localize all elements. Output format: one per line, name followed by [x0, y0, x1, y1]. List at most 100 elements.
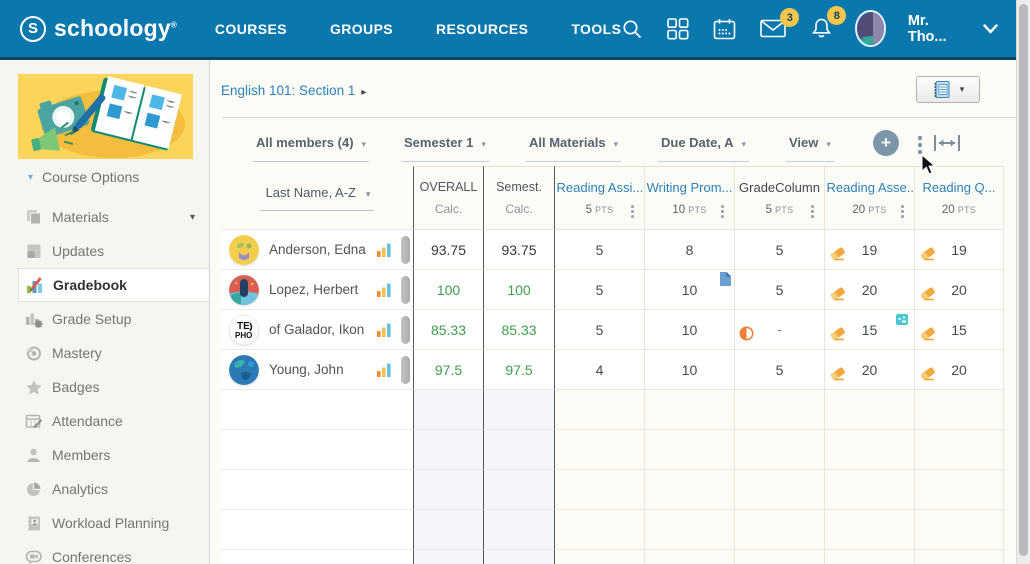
- column-menu-kebab[interactable]: [899, 203, 906, 220]
- student-row[interactable]: Anderson, Edna: [221, 230, 413, 270]
- grade-cell[interactable]: -: [734, 310, 824, 350]
- add-grade-item-button[interactable]: +: [873, 130, 899, 156]
- empty-cell[interactable]: [413, 430, 483, 470]
- nav-link-resources[interactable]: RESOURCES: [436, 21, 528, 37]
- column-menu-kebab[interactable]: [719, 203, 726, 220]
- messages-icon[interactable]: 3: [760, 19, 786, 38]
- grade-cell[interactable]: 4: [554, 350, 644, 390]
- student-row[interactable]: Young, John: [221, 350, 413, 390]
- user-avatar[interactable]: [857, 12, 884, 45]
- empty-cell[interactable]: [221, 510, 413, 550]
- empty-cell[interactable]: [483, 470, 554, 510]
- empty-cell[interactable]: [483, 510, 554, 550]
- grade-cell[interactable]: 5: [734, 230, 824, 270]
- scrollbar-thumb[interactable]: [1019, 4, 1028, 556]
- empty-cell[interactable]: [554, 390, 644, 430]
- student-stats-icon[interactable]: [377, 363, 391, 382]
- grade-cell[interactable]: 5: [554, 270, 644, 310]
- grade-cell[interactable]: 20: [824, 350, 914, 390]
- nav-link-groups[interactable]: GROUPS: [330, 21, 393, 37]
- empty-cell[interactable]: [644, 390, 734, 430]
- sidebar-item-grade-setup[interactable]: Grade Setup: [0, 302, 209, 336]
- schoology-logo[interactable]: S schoology®: [20, 15, 177, 42]
- sidebar-item-analytics[interactable]: Analytics: [0, 472, 209, 506]
- empty-cell[interactable]: [734, 430, 824, 470]
- nav-link-courses[interactable]: COURSES: [215, 21, 287, 37]
- course-cover-image[interactable]: [18, 74, 193, 159]
- empty-cell[interactable]: [413, 470, 483, 510]
- empty-cell[interactable]: [914, 390, 1004, 430]
- sidebar-item-badges[interactable]: Badges: [0, 370, 209, 404]
- student-avatar[interactable]: TEPHO: [229, 315, 259, 345]
- student-sort-dropdown[interactable]: Last Name, A-Z▾: [260, 184, 375, 211]
- sidebar-item-gradebook[interactable]: Gradebook: [18, 268, 209, 302]
- empty-cell[interactable]: [483, 430, 554, 470]
- members-filter-dropdown[interactable]: All members (4)▾: [253, 134, 369, 162]
- empty-cell[interactable]: [824, 430, 914, 470]
- user-name[interactable]: Mr. Tho...: [908, 13, 959, 45]
- grade-cell[interactable]: 5: [554, 310, 644, 350]
- empty-cell[interactable]: [413, 510, 483, 550]
- sidebar-item-materials[interactable]: Materials ▾: [0, 200, 209, 234]
- empty-cell[interactable]: [554, 550, 644, 564]
- empty-cell[interactable]: [221, 550, 413, 564]
- grade-cell[interactable]: 5: [734, 350, 824, 390]
- gradebook-options-kebab[interactable]: [916, 134, 924, 156]
- empty-cell[interactable]: [554, 510, 644, 550]
- page-scrollbar[interactable]: [1016, 0, 1030, 564]
- student-avatar[interactable]: [229, 275, 259, 305]
- empty-cell[interactable]: [734, 550, 824, 564]
- expand-columns-icon[interactable]: [933, 133, 961, 158]
- student-row[interactable]: Lopez, Herbert: [221, 270, 413, 310]
- empty-cell[interactable]: [824, 510, 914, 550]
- empty-cell[interactable]: [554, 470, 644, 510]
- search-icon[interactable]: [621, 18, 643, 40]
- empty-cell[interactable]: [824, 470, 914, 510]
- course-options-toggle[interactable]: ▾ Course Options: [28, 169, 139, 185]
- empty-cell[interactable]: [644, 470, 734, 510]
- empty-cell[interactable]: [914, 510, 1004, 550]
- student-stats-icon[interactable]: [377, 243, 391, 262]
- column-menu-kebab[interactable]: [629, 203, 636, 220]
- calendar-icon[interactable]: [713, 18, 736, 40]
- empty-cell[interactable]: [914, 550, 1004, 564]
- empty-cell[interactable]: [221, 390, 413, 430]
- empty-cell[interactable]: [734, 390, 824, 430]
- grade-cell[interactable]: 10: [644, 310, 734, 350]
- materials-filter-dropdown[interactable]: All Materials▾: [526, 134, 621, 162]
- grade-cell[interactable]: 15: [824, 310, 914, 350]
- grade-cell[interactable]: 15: [914, 310, 1004, 350]
- empty-cell[interactable]: [554, 430, 644, 470]
- account-chevron-down-icon[interactable]: [983, 24, 998, 34]
- student-stats-icon[interactable]: [377, 283, 391, 302]
- empty-cell[interactable]: [413, 550, 483, 564]
- sidebar-item-conferences[interactable]: Conferences: [0, 540, 209, 564]
- breadcrumb[interactable]: English 101: Section 1▸: [221, 83, 366, 98]
- row-drag-handle[interactable]: [401, 356, 410, 384]
- empty-cell[interactable]: [221, 430, 413, 470]
- empty-cell[interactable]: [644, 430, 734, 470]
- grade-cell[interactable]: 20: [914, 270, 1004, 310]
- app-launcher-icon[interactable]: [667, 18, 689, 40]
- sidebar-item-mastery[interactable]: Mastery: [0, 336, 209, 370]
- grade-cell[interactable]: 5: [554, 230, 644, 270]
- column-menu-kebab[interactable]: [809, 203, 816, 220]
- empty-cell[interactable]: [644, 510, 734, 550]
- empty-cell[interactable]: [824, 550, 914, 564]
- grade-cell[interactable]: 10: [644, 350, 734, 390]
- sort-filter-dropdown[interactable]: Due Date, A▾: [658, 134, 749, 162]
- empty-cell[interactable]: [483, 390, 554, 430]
- empty-cell[interactable]: [734, 510, 824, 550]
- student-row[interactable]: TEPHO of Galador, Ikon: [221, 310, 413, 350]
- grade-cell[interactable]: 19: [824, 230, 914, 270]
- empty-cell[interactable]: [483, 550, 554, 564]
- grade-cell[interactable]: 20: [824, 270, 914, 310]
- sidebar-item-attendance[interactable]: Attendance: [0, 404, 209, 438]
- empty-cell[interactable]: [824, 390, 914, 430]
- empty-cell[interactable]: [914, 430, 1004, 470]
- view-filter-dropdown[interactable]: View▾: [786, 134, 834, 162]
- empty-cell[interactable]: [734, 470, 824, 510]
- grading-period-filter-dropdown[interactable]: Semester 1▾: [401, 134, 489, 162]
- sidebar-item-members[interactable]: Members: [0, 438, 209, 472]
- student-avatar[interactable]: [229, 235, 259, 265]
